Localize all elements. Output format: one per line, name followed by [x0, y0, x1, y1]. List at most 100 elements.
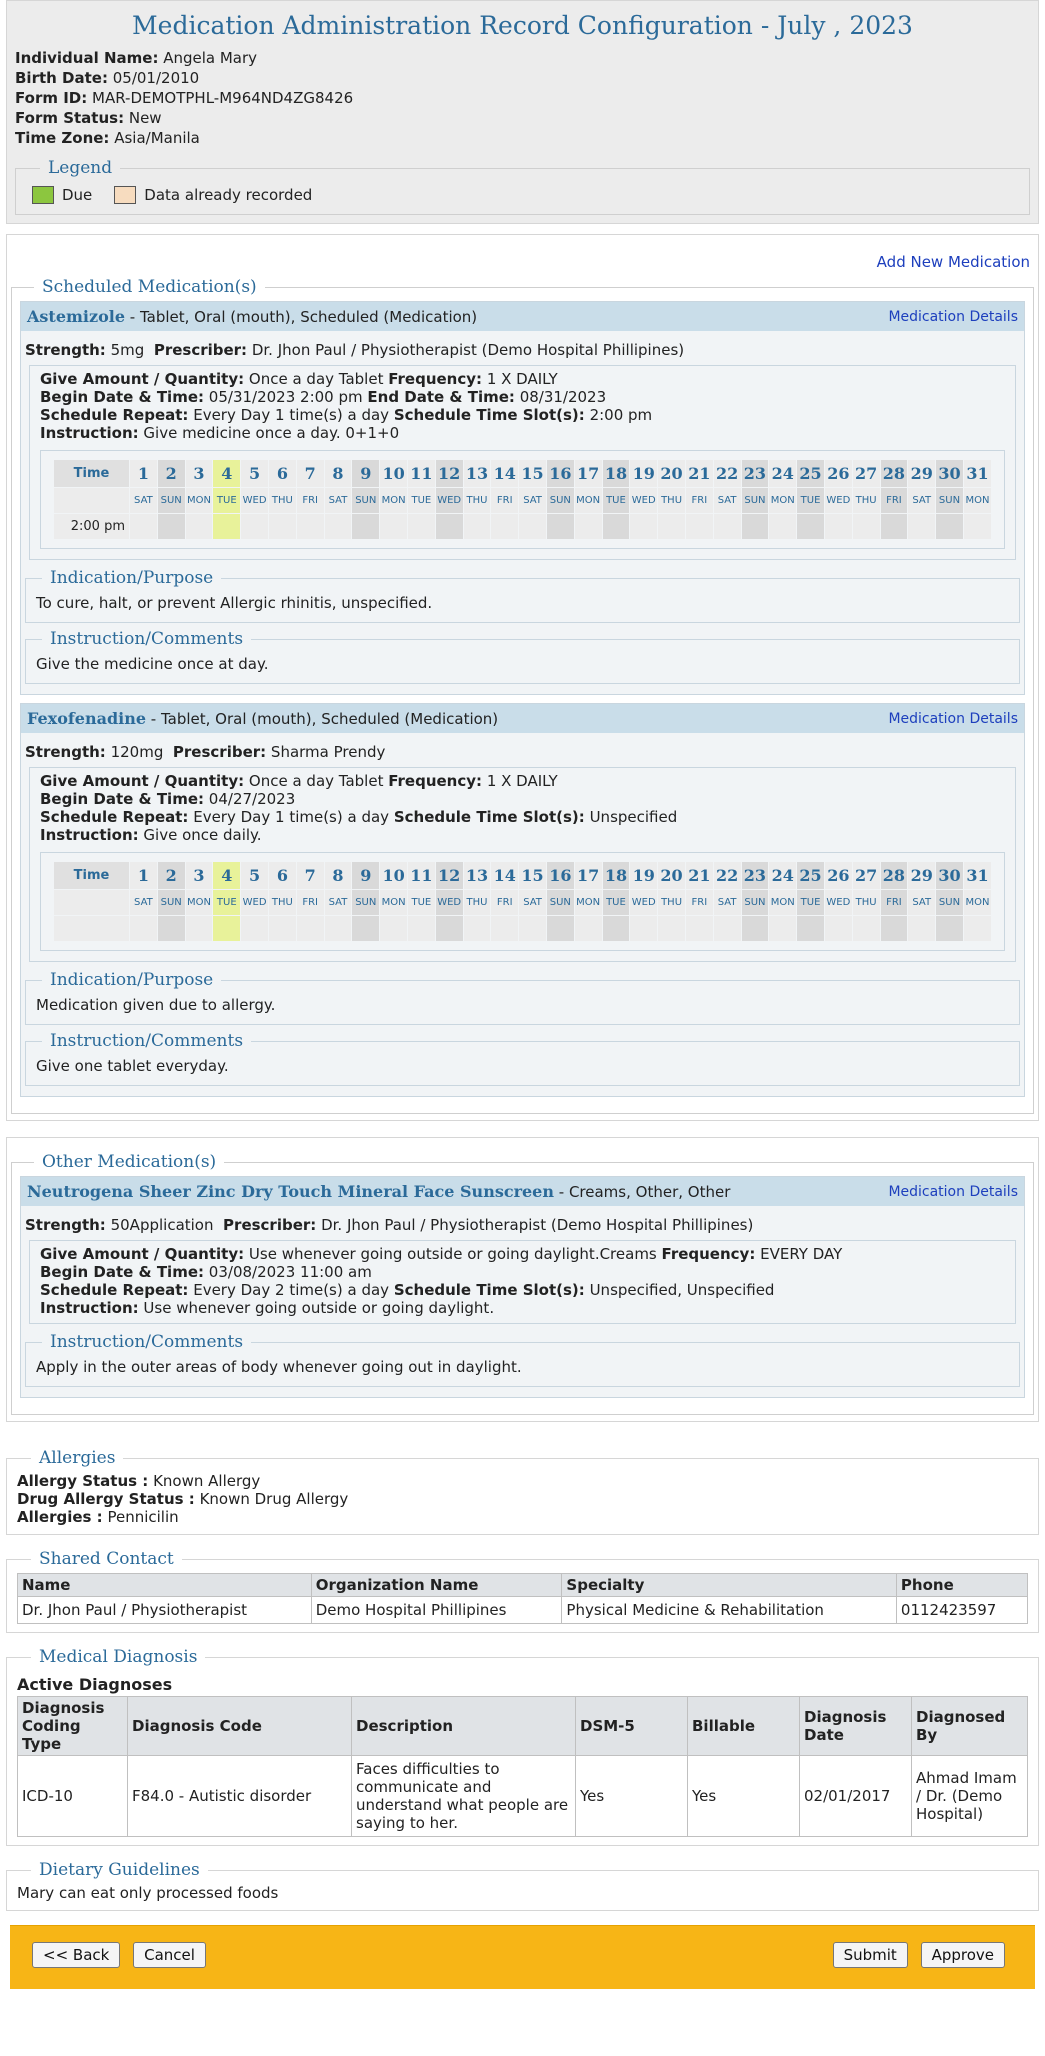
calendar-slot-cell[interactable] — [935, 513, 964, 540]
calendar-day-name: THU — [851, 889, 881, 916]
table-row: Dr. Jhon Paul / Physiotherapist Demo Hos… — [17, 1596, 1029, 1624]
calendar-slot-cell[interactable] — [295, 513, 325, 540]
calendar-slot-cell[interactable] — [184, 513, 214, 540]
medication-name[interactable]: Neutrogena Sheer Zinc Dry Touch Mineral … — [27, 1182, 554, 1201]
calendar-slot-cell[interactable] — [490, 915, 520, 942]
calendar-slot-cell[interactable] — [740, 915, 770, 942]
calendar-slot-cell[interactable] — [212, 915, 242, 942]
indication-section: Indication/Purpose Medication given due … — [25, 970, 1020, 1025]
calendar-slot-cell[interactable] — [129, 513, 158, 540]
calendar-slot-cell[interactable] — [462, 915, 492, 942]
header-panel: Medication Administration Record Configu… — [6, 0, 1039, 224]
calendar-day-name: SAT — [129, 889, 158, 916]
calendar-slot-cell[interactable] — [768, 513, 798, 540]
calendar-slot-cell[interactable] — [490, 513, 520, 540]
calendar-slot-cell[interactable] — [879, 915, 909, 942]
calendar-slot-cell[interactable] — [351, 915, 381, 942]
calendar-slot-cell[interactable] — [657, 915, 686, 942]
calendar-day-name: FRI — [684, 487, 714, 514]
comments-text: Give the medicine once at day. — [36, 655, 269, 673]
calendar-day-number: 8 — [323, 459, 353, 488]
calendar-slot-cell[interactable] — [379, 513, 408, 540]
calendar-slot-cell[interactable] — [406, 513, 436, 540]
calendar-slot-cell[interactable] — [462, 513, 492, 540]
calendar-slot-cell[interactable] — [851, 513, 881, 540]
calendar-slot-cell[interactable] — [351, 513, 381, 540]
back-button[interactable]: << Back — [32, 1942, 121, 1968]
calendar-slot-cell[interactable] — [657, 513, 686, 540]
cancel-button[interactable]: Cancel — [133, 1942, 206, 1968]
due-swatch — [32, 186, 54, 204]
recorded-swatch — [114, 186, 137, 204]
submit-button[interactable]: Submit — [832, 1942, 908, 1968]
calendar-day-number: 19 — [629, 459, 659, 488]
calendar-day-name: WED — [434, 487, 464, 514]
calendar-slot-cell[interactable] — [684, 915, 714, 942]
calendar-slot-cell[interactable] — [323, 915, 353, 942]
calendar-slot-cell[interactable] — [434, 513, 464, 540]
calendar-day-number: 4 — [212, 861, 242, 890]
info-birth-date: Birth Date: 05/01/2010 — [15, 69, 200, 87]
calendar-slot-cell[interactable] — [573, 513, 603, 540]
calendar-day-name: WED — [434, 889, 464, 916]
calendar-slot-cell[interactable] — [907, 915, 937, 942]
calendar-slot-cell[interactable] — [379, 915, 408, 942]
comments-text: Give one tablet everyday. — [36, 1057, 229, 1075]
calendar-slot-cell[interactable] — [212, 513, 242, 540]
calendar-slot-cell[interactable] — [851, 915, 881, 942]
calendar-slot-cell[interactable] — [712, 513, 742, 540]
medication-name[interactable]: Astemizole — [27, 307, 125, 326]
calendar-slot-cell[interactable] — [518, 513, 547, 540]
calendar-slot-cell[interactable] — [823, 513, 853, 540]
calendar-slot-cell[interactable] — [629, 513, 659, 540]
calendar-slot-cell[interactable] — [962, 513, 993, 540]
calendar-slot-cell[interactable] — [629, 915, 659, 942]
calendar-slot-cell[interactable] — [184, 915, 214, 942]
calendar-day-number: 6 — [267, 459, 297, 488]
calendar-slot-cell[interactable] — [434, 915, 464, 942]
calendar-slot-cell[interactable] — [935, 915, 964, 942]
calendar-slot-cell[interactable] — [768, 915, 798, 942]
calendar-slot-cell[interactable] — [267, 915, 297, 942]
calendar-day-name: SUN — [935, 889, 964, 916]
calendar-slot-cell[interactable] — [156, 915, 186, 942]
medication-details-link[interactable]: Medication Details — [888, 309, 1018, 325]
medication-details-link[interactable]: Medication Details — [888, 1184, 1018, 1200]
calendar-time-header: Time — [53, 861, 130, 890]
calendar-day-name: TUE — [601, 487, 631, 514]
add-new-medication-link[interactable]: Add New Medication — [877, 253, 1030, 271]
calendar-slot-cell[interactable] — [240, 513, 269, 540]
calendar-day-number: 17 — [573, 459, 603, 488]
calendar-slot-cell[interactable] — [240, 915, 269, 942]
medication-name[interactable]: Fexofenadine — [27, 709, 146, 728]
calendar-slot-cell[interactable] — [796, 915, 825, 942]
calendar-slot-cell[interactable] — [907, 513, 937, 540]
calendar-slot-cell[interactable] — [573, 915, 603, 942]
info-individual-name: Individual Name: Angela Mary — [15, 49, 258, 67]
calendar-slot-cell[interactable] — [267, 513, 297, 540]
calendar-slot-cell[interactable] — [545, 513, 575, 540]
calendar-slot-cell[interactable] — [601, 513, 631, 540]
medication-details-link[interactable]: Medication Details — [888, 711, 1018, 727]
active-diagnoses-title: Active Diagnoses — [17, 1675, 173, 1694]
calendar-day-number: 27 — [851, 861, 881, 890]
calendar-slot-cell[interactable] — [823, 915, 853, 942]
calendar-slot-cell[interactable] — [740, 513, 770, 540]
calendar-slot-cell[interactable] — [323, 513, 353, 540]
calendar-slot-cell[interactable] — [406, 915, 436, 942]
calendar-slot-cell[interactable] — [545, 915, 575, 942]
calendar-slot-cell[interactable] — [684, 513, 714, 540]
footer-action-bar: << Back Cancel Submit Approve — [10, 1925, 1035, 1989]
calendar-slot-time — [53, 915, 130, 942]
calendar-slot-cell[interactable] — [295, 915, 325, 942]
medication-card-astemizole: Astemizole - Tablet, Oral (mouth), Sched… — [20, 301, 1025, 695]
calendar-slot-cell[interactable] — [962, 915, 993, 942]
calendar-slot-cell[interactable] — [879, 513, 909, 540]
approve-button[interactable]: Approve — [920, 1942, 1005, 1968]
calendar-slot-cell[interactable] — [129, 915, 158, 942]
calendar-slot-cell[interactable] — [518, 915, 547, 942]
calendar-slot-cell[interactable] — [796, 513, 825, 540]
calendar-slot-cell[interactable] — [712, 915, 742, 942]
calendar-slot-cell[interactable] — [601, 915, 631, 942]
calendar-slot-cell[interactable] — [156, 513, 186, 540]
